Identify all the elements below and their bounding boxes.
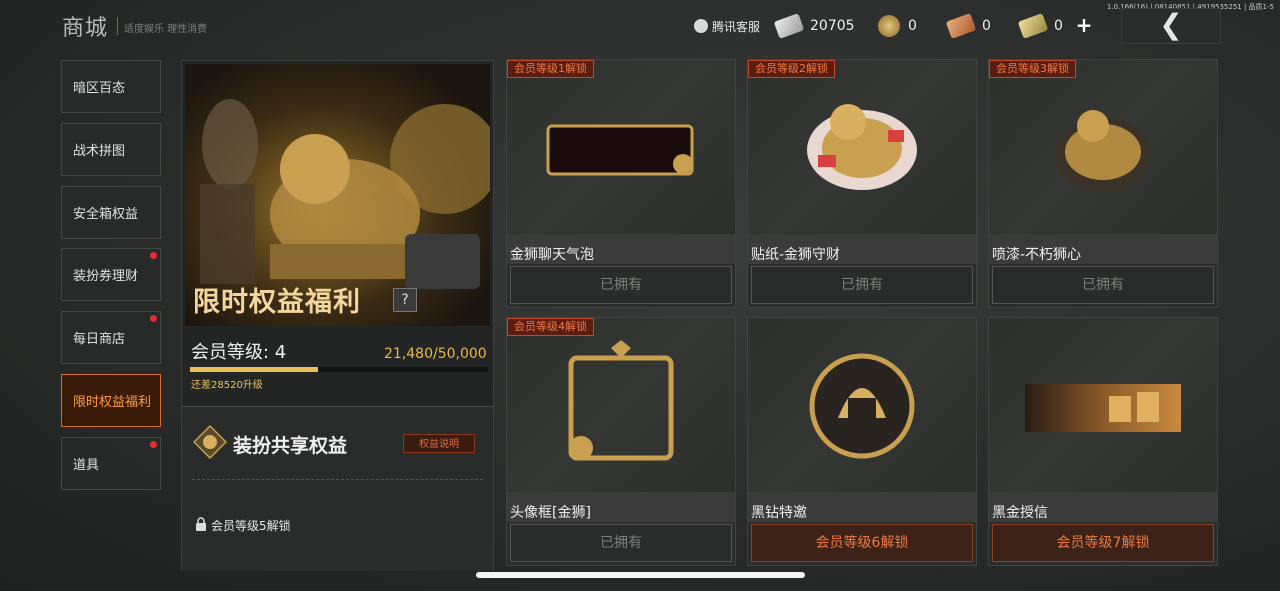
card-name: 贴纸-金狮守财 [751,247,841,263]
reward-card[interactable]: 会员等级3解锁 喷漆-不朽狮心 已拥有 [988,59,1218,308]
card-art [507,60,735,234]
card-art [748,318,976,492]
lock-requirement-text: 会员等级5解锁 [211,519,291,533]
unlock-level-tag: 会员等级1解锁 [507,60,594,78]
sidebar-item-label: 战术拼图 [73,144,126,159]
add-currency-button[interactable]: + [1074,15,1094,36]
page-subtitle: 适度娱乐 理性消费 [124,24,208,35]
voucher-currency[interactable]: 0 [1017,13,1063,39]
xp-progress-bar [190,367,488,372]
card-art [507,318,735,492]
unlock-level-tag: 会员等级4解锁 [507,318,594,336]
card-name: 金狮聊天气泡 [510,247,594,263]
sidebar-item-limited-benefits[interactable]: 限时权益福利 [61,374,161,427]
sidebar-item-label: 暗区百态 [73,81,126,96]
notification-dot [150,315,157,322]
unlock-requirement-button[interactable]: 会员等级6解锁 [751,524,973,562]
lion-spray-image [1055,110,1151,193]
chat-bubble-image [546,124,694,176]
sidebar-item-items[interactable]: 道具 [61,437,161,490]
black-diamond-emblem-image [809,353,915,459]
sidebar-item-daily-life[interactable]: 暗区百态 [61,60,161,113]
customer-service-link[interactable]: 腾讯客服 [694,14,760,38]
benefits-info-button[interactable]: 权益说明 [403,434,475,453]
card-name: 头像框[金狮] [510,505,591,521]
title-divider [117,17,118,35]
coin-amount: 0 [908,18,917,34]
notification-dot [150,441,157,448]
card-name: 黑金授信 [992,505,1048,521]
back-button[interactable]: ❮ [1121,8,1221,44]
sidebar-item-tactical-puzzle[interactable]: 战术拼图 [61,123,161,176]
section-divider [192,479,483,480]
coupon-currency[interactable]: 0 [945,13,991,39]
voucher-amount: 0 [1054,18,1063,34]
xp-progress-fill [190,367,319,372]
owned-button[interactable]: 已拥有 [510,524,732,562]
black-gold-credit-image [1025,384,1181,432]
owned-button[interactable]: 已拥有 [751,266,973,304]
ticket-icon [773,13,805,39]
home-indicator[interactable] [476,572,805,578]
ticket-amount: 20705 [810,18,855,34]
headset-icon [694,19,708,33]
ticket-currency[interactable]: 20705 [773,13,855,39]
reward-card[interactable]: 黑金授信 会员等级7解锁 [988,317,1218,566]
sidebar-item-label: 道具 [73,458,100,473]
lock-icon [195,516,207,531]
avatar-frame-image [568,340,674,461]
lion-sticker-image [807,104,917,190]
card-art [989,60,1217,234]
coupon-amount: 0 [982,18,991,34]
customer-service-label: 腾讯客服 [712,19,761,34]
coupon-icon [945,13,977,39]
unlock-level-tag: 会员等级2解锁 [748,60,835,78]
reward-card[interactable]: 会员等级1解锁 金狮聊天气泡 已拥有 [506,59,736,308]
card-art [989,318,1217,492]
help-button[interactable]: ? [393,288,417,312]
sidebar-item-label: 装扮券理财 [73,269,139,284]
reward-card[interactable]: 会员等级2解锁 贴纸-金狮守财 已拥有 [747,59,977,308]
sidebar-item-label: 每日商店 [73,332,126,347]
member-level-label: 会员等级: 4 [191,342,287,363]
owned-button[interactable]: 已拥有 [510,266,732,304]
unlock-level-tag: 会员等级3解锁 [989,60,1076,78]
sidebar-item-label: 安全箱权益 [73,207,139,222]
sidebar-item-daily-shop[interactable]: 每日商店 [61,311,161,364]
coin-currency[interactable]: 0 [878,14,917,38]
sidebar-item-safebox-benefits[interactable]: 安全箱权益 [61,186,161,239]
share-benefits-title: 装扮共享权益 [233,435,348,457]
reward-card[interactable]: 会员等级4解锁 头像框[金狮] 已拥有 [506,317,736,566]
card-art [748,60,976,234]
sidebar-item-skin-voucher-finance[interactable]: 装扮券理财 [61,248,161,301]
coin-icon [878,15,900,37]
notification-dot [150,252,157,259]
page-title: 商城 [62,16,109,41]
lion-emblem-icon [192,424,228,460]
reward-card[interactable]: 黑钻特邀 会员等级6解锁 [747,317,977,566]
unlock-requirement-button[interactable]: 会员等级7解锁 [992,524,1214,562]
card-name: 黑钻特邀 [751,505,807,521]
sidebar-item-label: 限时权益福利 [73,395,152,410]
voucher-icon [1017,13,1049,39]
next-level-text: 还差28520升级 [191,380,263,391]
card-name: 喷漆-不朽狮心 [992,247,1082,263]
xp-progress-text: 21,480/50,000 [384,346,487,362]
promo-title: 限时权益福利 [193,287,361,318]
owned-button[interactable]: 已拥有 [992,266,1214,304]
